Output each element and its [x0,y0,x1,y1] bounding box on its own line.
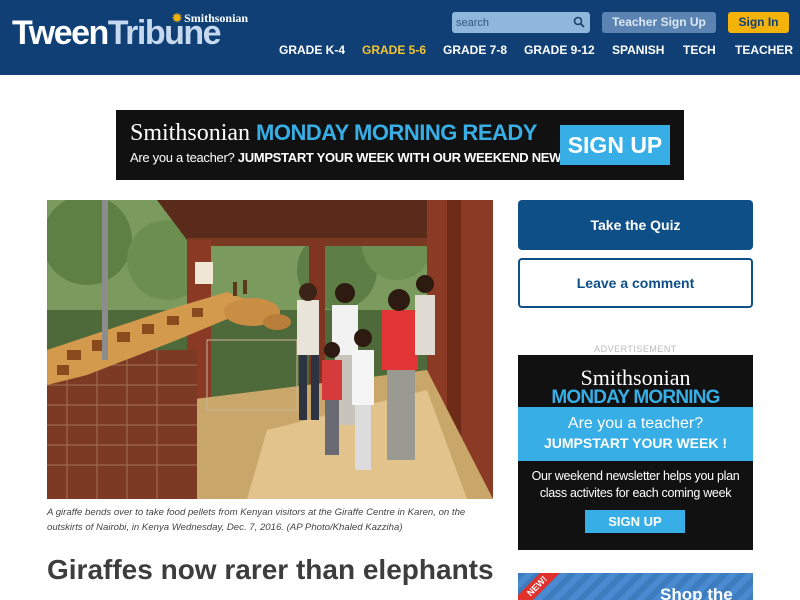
photo-caption: A giraffe bends over to take food pellet… [47,507,466,533]
square-ad-question: Are you a teacher? [567,415,704,432]
newsletter-banner-ad[interactable]: Smithsonian MONDAY MORNING READY Are you… [116,110,684,180]
take-quiz-button[interactable]: Take the Quiz [518,200,753,250]
nav-grade-k4[interactable]: GRADE K-4 [279,43,345,57]
banner-question: Are you a teacher? [130,150,235,165]
search-box [452,12,590,33]
square-ad-signup-button[interactable]: SIGN UP [585,510,685,533]
article-photo [47,200,493,499]
square-ad-body: Our weekend newsletter helps you plan cl… [531,469,740,500]
article-headline: Giraffes now rarer than elephants [47,554,494,585]
teacher-signup-button[interactable]: Teacher Sign Up [602,12,716,33]
nav-grade-7-8[interactable]: GRADE 7-8 [443,43,507,57]
signin-button[interactable]: Sign In [728,12,789,33]
shop-promo[interactable]: NEW! Shop the [518,573,753,600]
banner-title: MONDAY MORNING READY [256,120,537,145]
giraffe-photo-illustration [47,200,493,499]
nav-grade-5-6[interactable]: GRADE 5-6 [362,43,426,57]
shop-label: Shop the [660,585,733,600]
leave-comment-button[interactable]: Leave a comment [518,258,753,308]
smithsonian-sublogo: ✹ Smithsonian [172,11,248,26]
logo-smithsonian-text: Smithsonian [184,11,249,25]
search-icon[interactable] [573,16,585,28]
logo-tween: Tween [12,14,109,52]
nav-teacher[interactable]: TEACHER [735,43,793,57]
sun-icon: ✹ [172,11,183,25]
advertisement-label: ADVERTISEMENT [594,344,677,354]
site-header: TweenTribune ✹Smithsonian Teacher Sign U… [0,0,800,75]
search-input[interactable] [456,14,566,31]
nav-grade-9-12[interactable]: GRADE 9-12 [524,43,595,57]
banner-subline: Are you a teacher? JUMPSTART YOUR WEEK W… [130,150,623,165]
banner-brand: Smithsonian [130,120,251,146]
banner-signup-button[interactable]: SIGN UP [560,125,670,165]
square-ad-blue-band: Are you a teacher? JUMPSTART YOUR WEEK ! [518,407,753,461]
newsletter-square-ad[interactable]: Smithsonian MONDAY MORNING READY Are you… [518,355,753,550]
nav-spanish[interactable]: SPANISH [612,43,664,57]
new-badge: NEW! [518,573,560,600]
tweentribune-logo[interactable]: TweenTribune ✹ Smithsonian [12,11,248,52]
square-ad-tagline: JUMPSTART YOUR WEEK ! [543,435,728,451]
banner-brand-line: Smithsonian MONDAY MORNING READY [130,120,537,147]
nav-tech[interactable]: TECH [683,43,716,57]
